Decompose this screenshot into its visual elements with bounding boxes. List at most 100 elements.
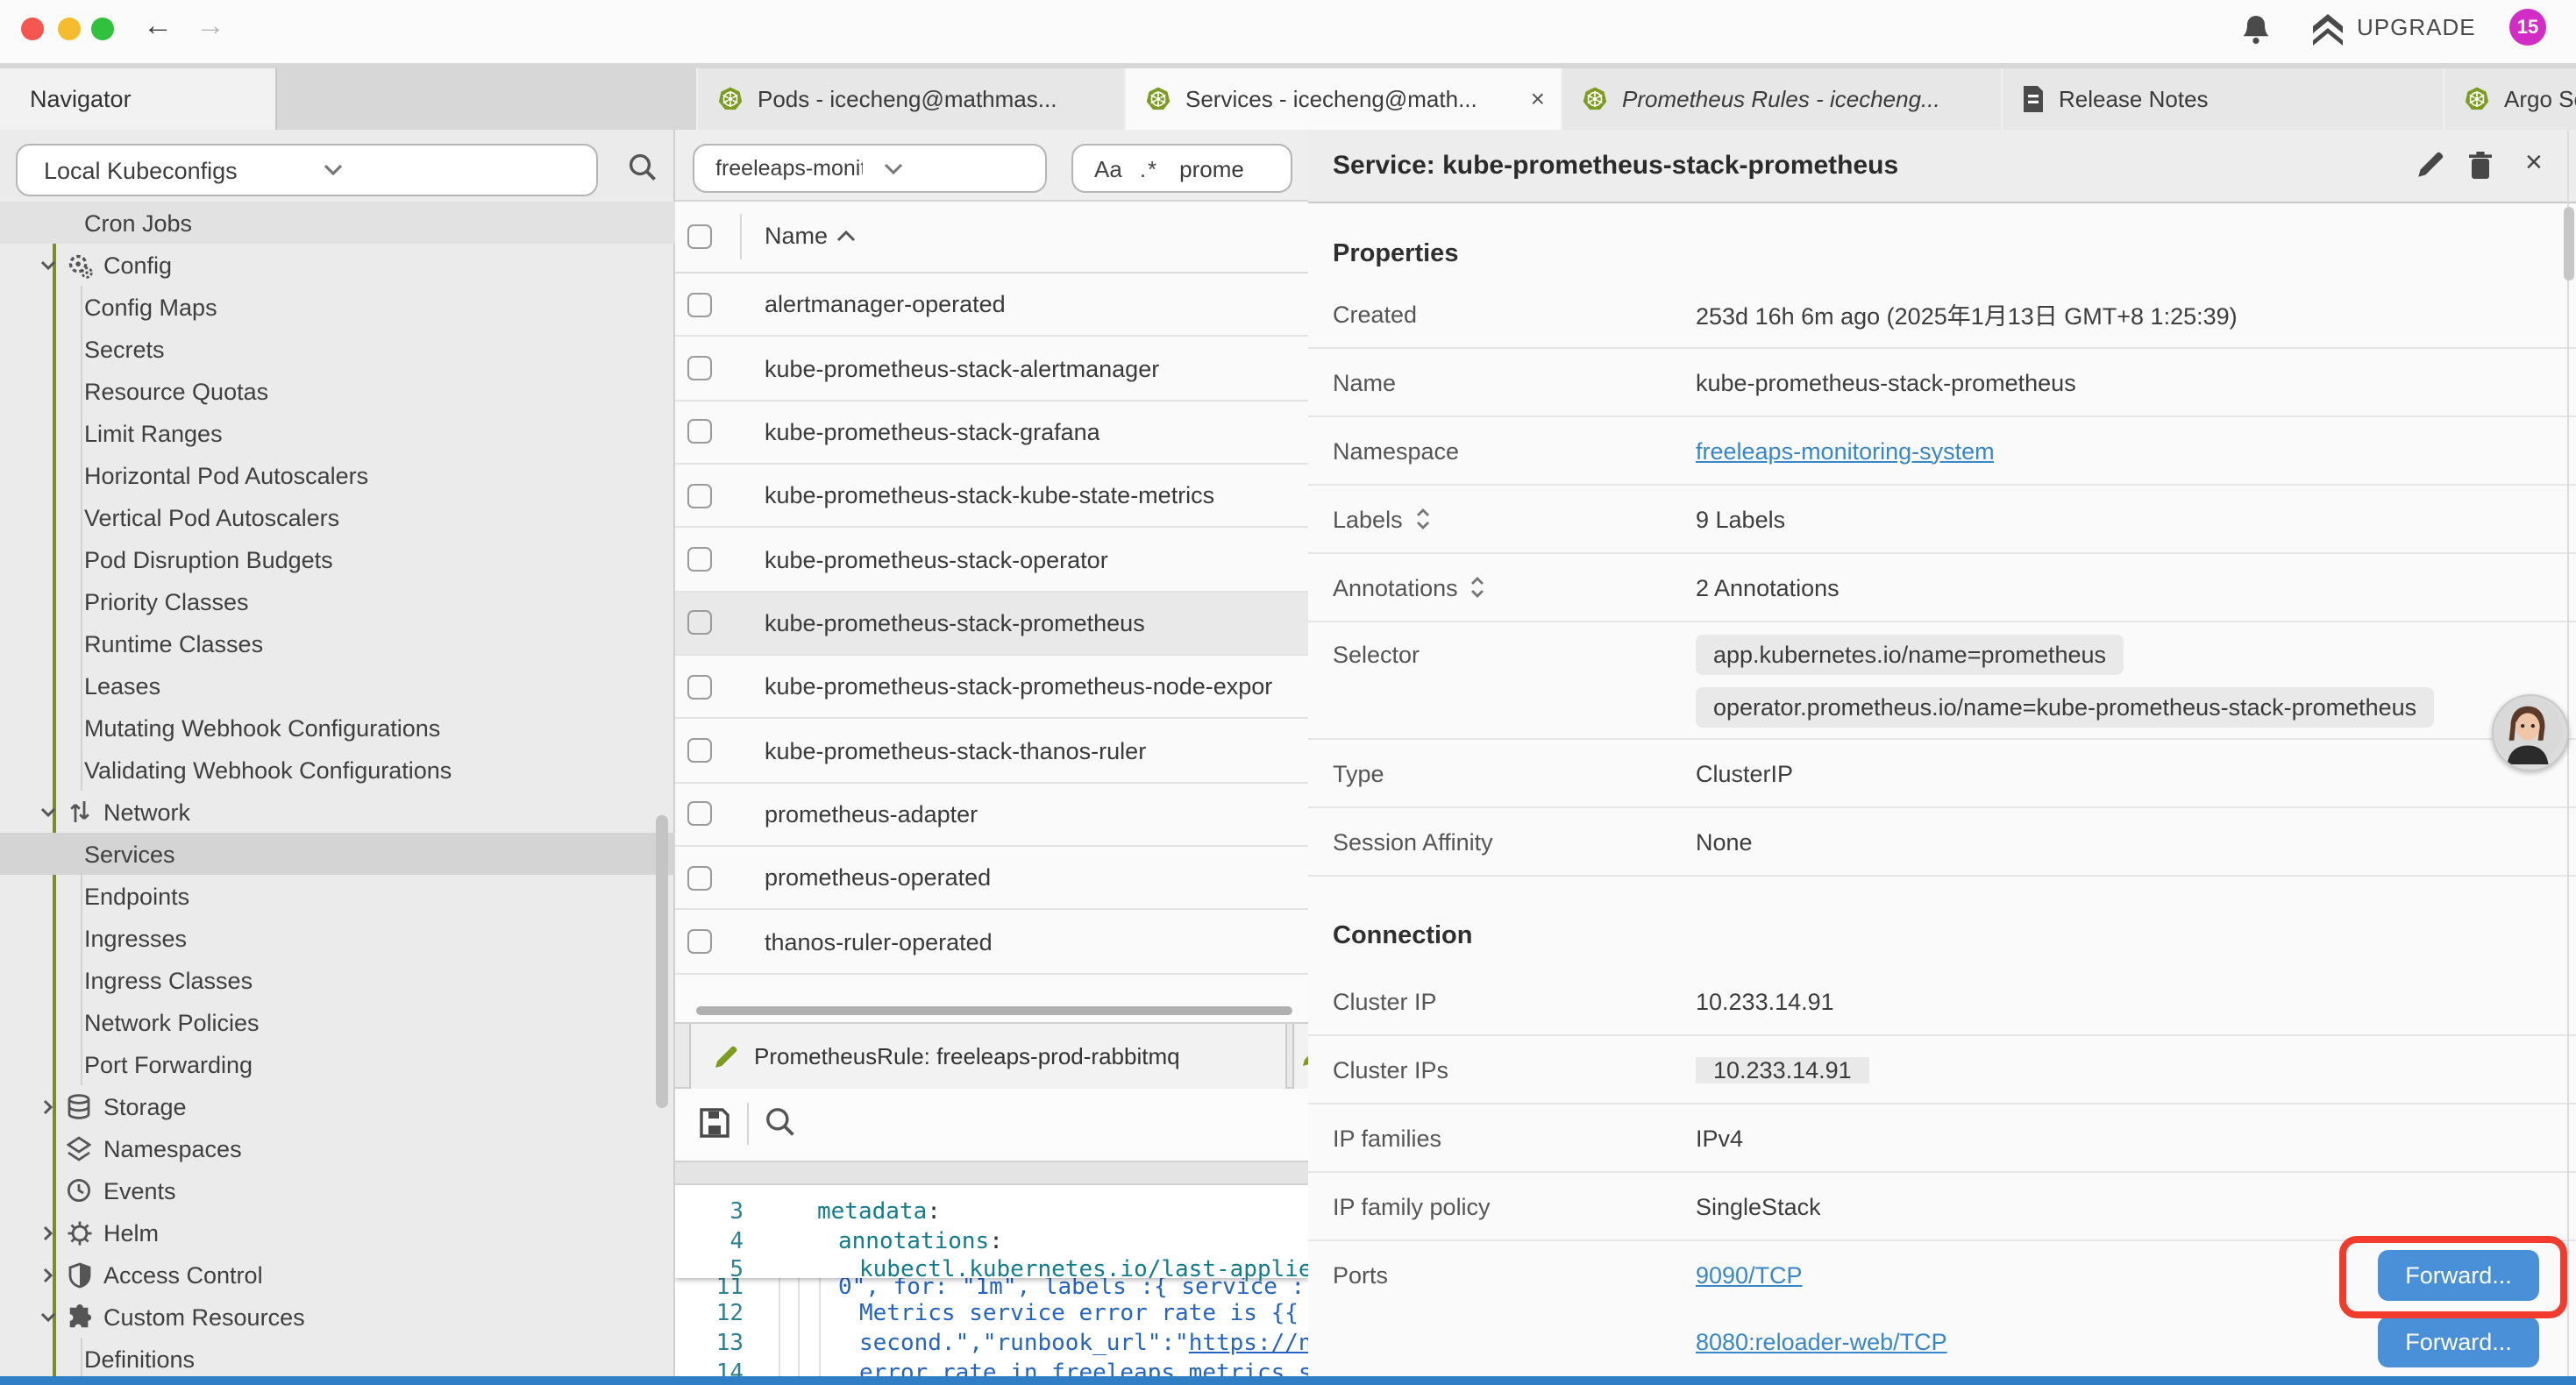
sidebar-item-resource-quotas[interactable]: Resource Quotas (0, 370, 675, 412)
kubeconfig-selector[interactable]: Local Kubeconfigs (16, 144, 598, 196)
sidebar-item-config-maps[interactable]: Config Maps (0, 286, 675, 328)
resource-search-input[interactable]: Aa .* prome (1071, 144, 1292, 193)
sidebar-item-storage[interactable]: Storage (0, 1085, 675, 1127)
sidebar-item-pod-disruption-budgets[interactable]: Pod Disruption Budgets (0, 538, 675, 580)
notification-count-badge[interactable]: 15 (2509, 9, 2546, 46)
chevron-right-icon[interactable] (39, 1223, 58, 1242)
delete-trash-icon[interactable] (2467, 151, 2494, 181)
upgrade-label[interactable]: UPGRADE (2357, 14, 2476, 40)
sidebar-item-runtime-classes[interactable]: Runtime Classes (0, 622, 675, 664)
sidebar-item-events[interactable]: Events (0, 1169, 675, 1211)
table-row[interactable]: thanos-ruler-operated (675, 911, 1308, 975)
editor-search-icon[interactable] (765, 1106, 796, 1138)
sidebar-item-mutating-webhook-configurations[interactable]: Mutating Webhook Configurations (0, 707, 675, 749)
row-checkbox[interactable] (687, 866, 712, 891)
sidebar-item-ingresses[interactable]: Ingresses (0, 917, 675, 959)
select-all-checkbox[interactable] (687, 224, 712, 249)
table-row[interactable]: kube-prometheus-stack-operator (675, 529, 1308, 593)
row-checkbox[interactable] (687, 929, 712, 954)
close-tab-icon[interactable]: × (1531, 82, 1545, 114)
chevron-right-icon[interactable] (39, 1097, 58, 1116)
port-link[interactable]: 9090/TCP (1696, 1261, 1803, 1288)
minimize-window-button[interactable] (57, 17, 80, 39)
namespace-selector[interactable]: freeleaps-monitoring-system (693, 144, 1047, 193)
sidebar-item-secrets[interactable]: Secrets (0, 328, 675, 370)
row-checkbox[interactable] (687, 292, 712, 316)
chevron-down-icon[interactable] (39, 1307, 58, 1326)
sidebar-item-network[interactable]: Network (0, 791, 675, 833)
expand-toggle-icon[interactable] (1470, 575, 1486, 600)
expand-toggle-icon[interactable] (1415, 507, 1431, 531)
regex-toggle[interactable]: .* (1140, 155, 1158, 181)
row-checkbox[interactable] (687, 738, 712, 763)
row-checkbox[interactable] (687, 547, 712, 572)
sidebar-item-horizontal-pod-autoscalers[interactable]: Horizontal Pod Autoscalers (0, 454, 675, 496)
zoom-window-button[interactable] (91, 17, 114, 39)
navigator-tab[interactable]: Navigator (0, 68, 277, 130)
panel-scrollbar-thumb[interactable] (2564, 207, 2574, 281)
chevron-right-icon[interactable] (39, 1265, 58, 1284)
property-value-link[interactable]: freeleaps-monitoring-system (1696, 437, 1995, 464)
sidebar-item-config[interactable]: Config (0, 244, 675, 286)
chevron-down-icon[interactable] (39, 255, 58, 274)
sidebar-item-namespaces[interactable]: Namespaces (0, 1127, 675, 1169)
sidebar-item-helm[interactable]: Helm (0, 1211, 675, 1254)
match-case-toggle[interactable]: Aa (1094, 155, 1122, 181)
table-row[interactable]: alertmanager-operated (675, 273, 1308, 337)
row-checkbox[interactable] (687, 611, 712, 636)
tab-prometheus-rules-icecheng[interactable]: Prometheus Rules - icecheng... (1561, 68, 2003, 130)
row-checkbox[interactable] (687, 802, 712, 827)
sidebar-item-validating-webhook-configurations[interactable]: Validating Webhook Configurations (0, 749, 675, 791)
sidebar-item-cron-jobs[interactable]: Cron Jobs (0, 202, 675, 244)
table-row[interactable]: kube-prometheus-stack-prometheus-node-ex… (675, 656, 1308, 720)
table-row[interactable]: kube-prometheus-stack-kube-state-metrics (675, 465, 1308, 529)
sidebar-item-vertical-pod-autoscalers[interactable]: Vertical Pod Autoscalers (0, 496, 675, 538)
tab-release-notes[interactable]: Release Notes (2001, 68, 2444, 130)
sidebar-item-ingress-classes[interactable]: Ingress Classes (0, 959, 675, 1001)
sidebar-item-definitions[interactable]: Definitions (0, 1338, 675, 1380)
forward-button[interactable]: Forward... (2378, 1316, 2539, 1367)
row-checkbox[interactable] (687, 356, 712, 380)
table-row[interactable]: kube-prometheus-stack-grafana (675, 401, 1308, 465)
yaml-editor[interactable]: 3metadata:4annotations:5kubectl.kubernet… (675, 1185, 1308, 1378)
chevron-down-icon[interactable] (39, 802, 58, 821)
tab-pods-icecheng-mathmas[interactable]: Pods - icecheng@mathmas... (696, 68, 1126, 130)
notifications-bell-icon[interactable] (2241, 14, 2271, 47)
table-row[interactable]: kube-prometheus-stack-alertmanager (675, 337, 1308, 401)
sidebar-item-network-policies[interactable]: Network Policies (0, 1001, 675, 1043)
sidebar-item-endpoints[interactable]: Endpoints (0, 875, 675, 917)
sidebar-item-priority-classes[interactable]: Priority Classes (0, 580, 675, 622)
sidebar-item-limit-ranges[interactable]: Limit Ranges (0, 412, 675, 454)
sidebar-item-custom-resources[interactable]: Custom Resources (0, 1296, 675, 1338)
close-window-button[interactable] (21, 17, 44, 39)
sidebar-item-access-control[interactable]: Access Control (0, 1254, 675, 1296)
port-link[interactable]: 8080:reloader-web/TCP (1696, 1328, 1947, 1354)
user-avatar[interactable] (2492, 694, 2569, 771)
table-row[interactable]: kube-prometheus-stack-prometheus (675, 592, 1308, 656)
row-checkbox[interactable] (687, 420, 712, 444)
sort-ascending-icon[interactable] (836, 230, 856, 242)
table-horizontal-scrollbar[interactable] (696, 1006, 1292, 1015)
forward-button[interactable]: → (189, 9, 231, 44)
upgrade-icon[interactable] (2311, 12, 2345, 47)
sidebar-item-port-forwarding[interactable]: Port Forwarding (0, 1043, 675, 1085)
row-checkbox[interactable] (687, 483, 712, 508)
name-column-header[interactable]: Name (765, 223, 828, 249)
edit-pencil-icon[interactable] (2416, 151, 2444, 179)
sidebar-item-leases[interactable]: Leases (0, 664, 675, 707)
table-row[interactable]: prometheus-operated (675, 847, 1308, 911)
back-button[interactable]: ← (137, 9, 179, 44)
table-row[interactable]: kube-prometheus-stack-thanos-ruler (675, 720, 1308, 784)
editor-tab[interactable]: PrometheusRule: freeleaps-prod-rabbitmq (689, 1024, 1287, 1089)
sidebar-search-icon[interactable] (628, 153, 658, 182)
tab-argo-se[interactable]: Argo Se (2443, 68, 2576, 130)
save-icon[interactable] (698, 1106, 731, 1140)
sidebar-scrollbar[interactable] (656, 815, 668, 1108)
sidebar-item-services[interactable]: Services (0, 833, 675, 875)
row-checkbox[interactable] (687, 674, 712, 699)
forward-button[interactable]: Forward... (2378, 1249, 2539, 1300)
table-row[interactable]: prometheus-adapter (675, 784, 1308, 848)
close-icon[interactable]: × (2525, 146, 2543, 181)
tab-services-icecheng-math[interactable]: Services - icecheng@math...× (1124, 68, 1562, 130)
editor-tab-partial[interactable] (1292, 1024, 1310, 1089)
